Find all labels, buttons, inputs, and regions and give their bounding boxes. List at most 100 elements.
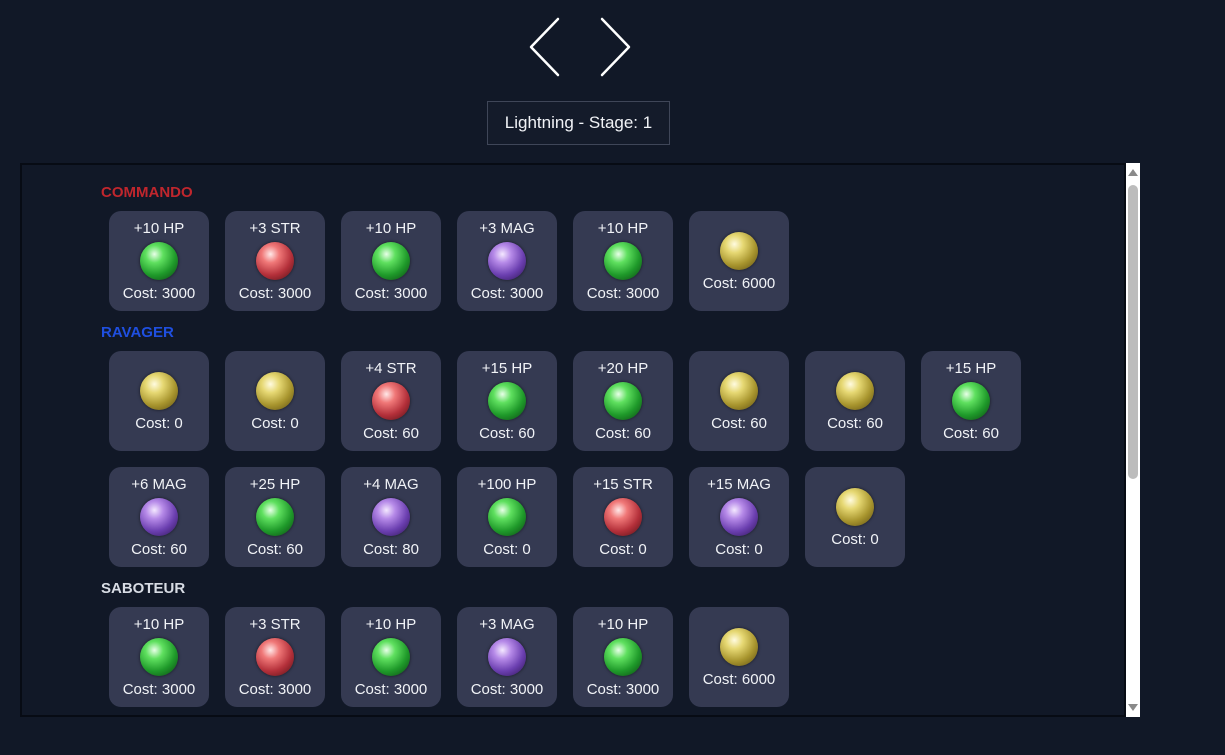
crystarium-node-card[interactable]: +15 MAG Cost: 0 [689,467,789,567]
crystarium-node-card[interactable]: +15 HP Cost: 60 [457,351,557,451]
crystarium-node-card[interactable]: Cost: 6000 [689,211,789,311]
node-cost-label: Cost: 3000 [238,284,312,302]
crystarium-node-card[interactable]: +10 HP Cost: 3000 [109,607,209,707]
green-orb-icon [372,637,410,676]
node-stat-label: +3 MAG [479,615,535,633]
node-cost-label: Cost: 0 [135,414,183,432]
scroll-up-arrow-icon[interactable] [1128,169,1138,176]
crystarium-node-card[interactable]: +20 HP Cost: 60 [573,351,673,451]
green-orb-icon [140,637,178,676]
crystarium-node-card[interactable]: +3 STR Cost: 3000 [225,607,325,707]
purple-orb-icon [488,241,526,280]
crystarium-node-card[interactable]: Cost: 0 [109,351,209,451]
purple-orb-icon [720,497,758,536]
node-cost-label: Cost: 3000 [354,680,428,698]
node-cost-label: Cost: 0 [831,530,879,548]
crystarium-node-card[interactable]: +4 STR Cost: 60 [341,351,441,451]
crystarium-node-card[interactable]: +3 MAG Cost: 3000 [457,607,557,707]
green-orb-icon [488,497,526,536]
green-orb-icon [604,381,642,420]
node-stat-label: +4 MAG [363,475,419,493]
gold-orb-icon [836,487,874,526]
crystarium-node-card[interactable]: +15 STR Cost: 0 [573,467,673,567]
crystarium-node-card[interactable]: +100 HP Cost: 0 [457,467,557,567]
gold-orb-icon [720,231,758,270]
node-cost-label: Cost: 60 [711,414,767,432]
role-heading-saboteur: SABOTEUR [101,580,186,597]
node-cost-label: Cost: 60 [943,424,999,442]
node-cost-label: Cost: 0 [251,414,299,432]
green-orb-icon [256,497,294,536]
node-cost-label: Cost: 3000 [238,680,312,698]
crystarium-node-card[interactable]: +10 HP Cost: 3000 [341,607,441,707]
node-stat-label: +10 HP [365,615,417,633]
green-orb-icon [372,241,410,280]
crystarium-node-card[interactable]: +6 MAG Cost: 60 [109,467,209,567]
node-cost-label: Cost: 3000 [470,680,544,698]
crystarium-node-card[interactable]: +3 MAG Cost: 3000 [457,211,557,311]
node-cost-label: Cost: 0 [715,540,763,558]
node-cost-label: Cost: 3000 [354,284,428,302]
role-heading-ravager: RAVAGER [101,324,174,341]
crystarium-node-card[interactable]: +3 STR Cost: 3000 [225,211,325,311]
red-orb-icon [604,497,642,536]
next-arrow-icon[interactable] [594,16,634,78]
node-cost-label: Cost: 3000 [122,680,196,698]
purple-orb-icon [372,497,410,536]
purple-orb-icon [140,497,178,536]
crystarium-node-card[interactable]: Cost: 0 [225,351,325,451]
node-stat-label: +6 MAG [131,475,187,493]
purple-orb-icon [488,637,526,676]
crystarium-node-card[interactable]: +10 HP Cost: 3000 [341,211,441,311]
node-cost-label: Cost: 60 [479,424,535,442]
crystarium-node-card[interactable]: Cost: 60 [805,351,905,451]
node-cost-label: Cost: 3000 [586,680,660,698]
node-stat-label: +15 STR [593,475,653,493]
scroll-thumb[interactable] [1128,185,1138,479]
crystarium-node-card[interactable]: +25 HP Cost: 60 [225,467,325,567]
node-cost-label: Cost: 60 [827,414,883,432]
node-stat-label: +15 MAG [707,475,771,493]
ravager-row-2: +6 MAG Cost: 60 +25 HP Cost: 60 +4 MAG Cost: … [109,467,905,567]
node-cost-label: Cost: 6000 [702,670,776,688]
crystarium-node-card[interactable]: Cost: 60 [689,351,789,451]
node-stat-label: +20 HP [597,359,649,377]
gold-orb-icon [256,371,294,410]
red-orb-icon [372,381,410,420]
crystarium-node-card[interactable]: +10 HP Cost: 3000 [573,211,673,311]
crystarium-node-card[interactable]: +10 HP Cost: 3000 [573,607,673,707]
saboteur-row-1: +10 HP Cost: 3000 +3 STR Cost: 3000 +10 HP Co… [109,607,789,707]
previous-arrow-icon[interactable] [526,16,566,78]
commando-row-1: +10 HP Cost: 3000 +3 STR Cost: 3000 +10 HP Co… [109,211,789,311]
node-stat-label: +4 STR [365,359,417,377]
node-stat-label: +10 HP [597,219,649,237]
gold-orb-icon [836,371,874,410]
vertical-scrollbar[interactable] [1126,163,1140,717]
node-cost-label: Cost: 0 [599,540,647,558]
green-orb-icon [952,381,990,420]
crystarium-panel: COMMANDO +10 HP Cost: 3000 +3 STR Cost: 300… [20,163,1126,717]
node-cost-label: Cost: 60 [363,424,419,442]
node-stat-label: +3 STR [249,219,301,237]
node-stat-label: +100 HP [477,475,537,493]
crystarium-node-card[interactable]: Cost: 0 [805,467,905,567]
scroll-down-arrow-icon[interactable] [1128,704,1138,711]
node-stat-label: +3 MAG [479,219,535,237]
gold-orb-icon [720,627,758,666]
gold-orb-icon [720,371,758,410]
node-cost-label: Cost: 0 [483,540,531,558]
ravager-row-1: Cost: 0 Cost: 0 +4 STR Cost: 60 +15 HP Cost: … [109,351,1021,451]
node-stat-label: +10 HP [133,219,185,237]
crystarium-node-card[interactable]: +10 HP Cost: 3000 [109,211,209,311]
node-cost-label: Cost: 6000 [702,274,776,292]
green-orb-icon [488,381,526,420]
crystarium-node-card[interactable]: +15 HP Cost: 60 [921,351,1021,451]
node-stat-label: +15 HP [481,359,533,377]
green-orb-icon [604,241,642,280]
crystarium-node-card[interactable]: Cost: 6000 [689,607,789,707]
node-stat-label: +15 HP [945,359,997,377]
role-heading-commando: COMMANDO [101,184,193,201]
crystarium-node-card[interactable]: +4 MAG Cost: 80 [341,467,441,567]
node-stat-label: +10 HP [597,615,649,633]
node-cost-label: Cost: 60 [595,424,651,442]
